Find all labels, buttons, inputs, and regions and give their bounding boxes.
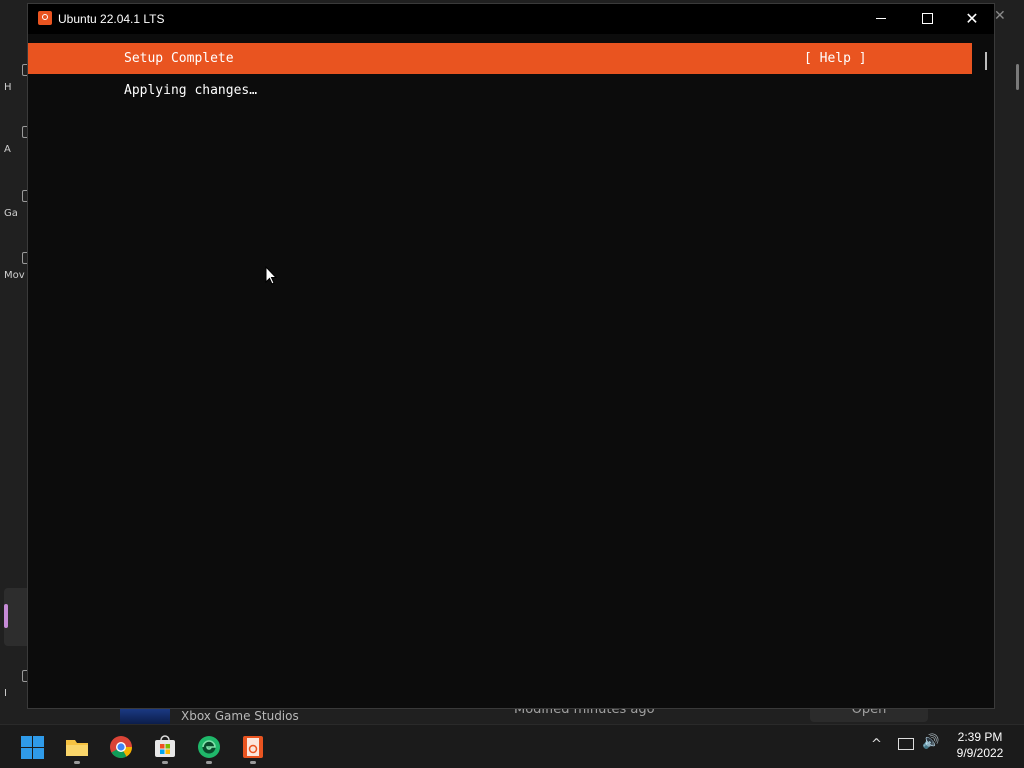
minimize-icon [876, 18, 886, 19]
page-title: Setup Complete [124, 51, 234, 66]
running-indicator [74, 761, 80, 764]
taskbar: ^ 🔊 2:39 PM 9/9/2022 [0, 724, 1024, 768]
store-icon [155, 735, 175, 757]
chrome-icon [110, 736, 132, 758]
show-hidden-icons-icon[interactable]: ^ [871, 737, 882, 752]
taskbar-microsoft-store[interactable] [150, 732, 180, 762]
terminal-scrollbar[interactable] [985, 52, 987, 70]
running-indicator [162, 761, 168, 764]
close-icon: ✕ [965, 9, 979, 28]
running-indicator [206, 761, 212, 764]
start-button[interactable] [18, 732, 48, 762]
volume-icon[interactable]: 🔊 [922, 734, 939, 750]
help-button[interactable]: [ Help ] [804, 51, 867, 66]
status-message: Applying changes… [124, 83, 258, 98]
maximize-button[interactable] [904, 4, 950, 34]
title-bar[interactable]: Ubuntu 22.04.1 LTS ✕ [28, 4, 994, 34]
ubuntu-icon [243, 736, 263, 758]
clock-date[interactable]: 9/9/2022 [950, 746, 1010, 760]
maximize-icon [922, 13, 933, 24]
taskbar-ubuntu[interactable] [238, 732, 268, 762]
close-button[interactable]: ✕ [949, 4, 995, 34]
background-scrollbar[interactable] [1016, 64, 1019, 90]
network-icon[interactable] [898, 738, 914, 750]
background-close-icon[interactable]: ✕ [994, 8, 1006, 24]
running-indicator [250, 761, 256, 764]
clock-time[interactable]: 2:39 PM [950, 730, 1010, 744]
window-title: Ubuntu 22.04.1 LTS [58, 12, 165, 26]
installer-header: Setup Complete [ Help ] [28, 43, 972, 74]
taskbar-file-explorer[interactable] [62, 732, 92, 762]
minimize-button[interactable] [858, 4, 904, 34]
edge-dev-icon [198, 736, 220, 758]
folder-icon [66, 740, 88, 756]
publisher-label: Xbox Game Studios [181, 709, 299, 723]
ubuntu-terminal-window[interactable]: Ubuntu 22.04.1 LTS ✕ Setup Complete [ He… [27, 3, 995, 709]
ubuntu-app-icon [38, 11, 52, 25]
taskbar-edge-dev[interactable] [194, 732, 224, 762]
selection-indicator [4, 604, 8, 628]
taskbar-chrome[interactable] [106, 732, 136, 762]
